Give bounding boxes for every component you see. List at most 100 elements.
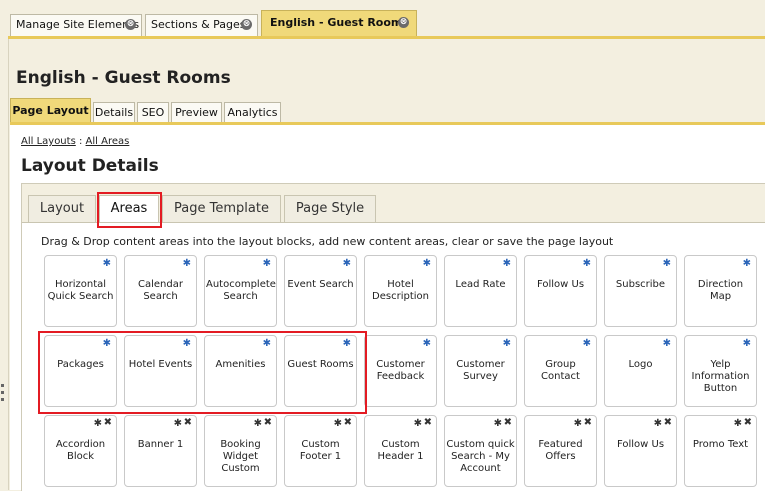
gear-icon[interactable]: ✱ (503, 338, 511, 350)
tile-label: Follow Us (616, 439, 665, 450)
gear-icon[interactable]: ✱ (103, 258, 111, 270)
content-area-tile[interactable]: ✱ Hotel Description (364, 255, 437, 327)
delete-icon[interactable]: ✖ (504, 417, 512, 429)
tab-label: English - Guest Rooms (270, 16, 409, 29)
delete-icon[interactable]: ✖ (584, 417, 592, 429)
tile-label: Yelp Information Button (691, 359, 750, 394)
content-area-tile[interactable]: ✱ ✖ Booking Widget Custom (204, 415, 277, 487)
content-area-tile[interactable]: ✱ ✖ Follow Us (604, 415, 677, 487)
tab-english-guest-rooms[interactable]: English - Guest Rooms ⊗ (261, 10, 417, 37)
tab-manage-site-elements[interactable]: Manage Site Elements ⊗ (10, 14, 142, 36)
content-area-tile[interactable]: ✱ Hotel Events (124, 335, 197, 407)
section-title: Layout Details (21, 156, 159, 176)
gear-icon[interactable]: ✱ (734, 418, 742, 430)
close-icon[interactable]: ⊗ (398, 17, 409, 28)
tile-label: Amenities (215, 359, 266, 370)
gear-icon[interactable]: ✱ (183, 258, 191, 270)
gear-icon[interactable]: ✱ (743, 258, 751, 270)
gear-icon[interactable]: ✱ (583, 258, 591, 270)
gear-icon[interactable]: ✱ (663, 258, 671, 270)
gear-icon[interactable]: ✱ (423, 338, 431, 350)
tile-label: Customer Survey (456, 359, 505, 382)
tile-label: Custom quick Search - My Account (446, 439, 515, 474)
content-area-tile[interactable]: ✱ Autocomplete Search (204, 255, 277, 327)
tile-label: Custom Header 1 (377, 439, 424, 462)
gear-icon[interactable]: ✱ (343, 338, 351, 350)
gear-icon[interactable]: ✱ (743, 338, 751, 350)
gear-icon[interactable]: ✱ (263, 338, 271, 350)
delete-icon[interactable]: ✖ (344, 417, 352, 429)
gear-icon[interactable]: ✱ (254, 418, 262, 430)
content-area-tile[interactable]: ✱ Guest Rooms (284, 335, 357, 407)
tile-label: Customer Feedback (376, 359, 425, 382)
gear-icon[interactable]: ✱ (414, 418, 422, 430)
breadcrumb: All Layouts : All Areas (21, 136, 129, 147)
gear-icon[interactable]: ✱ (583, 338, 591, 350)
gear-icon[interactable]: ✱ (423, 258, 431, 270)
tab-preview[interactable]: Preview (171, 102, 222, 123)
gear-icon[interactable]: ✱ (183, 338, 191, 350)
content-area-tile[interactable]: ✱ Amenities (204, 335, 277, 407)
content-area-tile[interactable]: ✱ Event Search (284, 255, 357, 327)
tile-label: Calendar Search (138, 279, 183, 302)
gear-icon[interactable]: ✱ (263, 258, 271, 270)
tile-label: Featured Offers (538, 439, 583, 462)
content-area-tile[interactable]: ✱ Follow Us (524, 255, 597, 327)
content-area-tile[interactable]: ✱ Calendar Search (124, 255, 197, 327)
tab-label: Sections & Pages (151, 18, 246, 31)
tab-sections-pages[interactable]: Sections & Pages ⊗ (145, 14, 258, 36)
delete-icon[interactable]: ✖ (664, 417, 672, 429)
content-area-tile[interactable]: ✱ Subscribe (604, 255, 677, 327)
delete-icon[interactable]: ✖ (744, 417, 752, 429)
content-area-tile[interactable]: ✱ ✖ Custom Header 1 (364, 415, 437, 487)
gear-icon[interactable]: ✱ (343, 258, 351, 270)
tab-page-template[interactable]: Page Template (162, 195, 281, 223)
content-area-tile[interactable]: ✱ ✖ Featured Offers (524, 415, 597, 487)
content-area-tile[interactable]: ✱ Group Contact (524, 335, 597, 407)
tile-label: Guest Rooms (287, 359, 354, 370)
gear-icon[interactable]: ✱ (494, 418, 502, 430)
content-area-tile[interactable]: ✱ ✖ Promo Text (684, 415, 757, 487)
content-area-tile[interactable]: ✱ Packages (44, 335, 117, 407)
tile-label: Lead Rate (455, 279, 506, 290)
gear-icon[interactable]: ✱ (174, 418, 182, 430)
breadcrumb-all-layouts[interactable]: All Layouts (21, 136, 76, 147)
tab-layout[interactable]: Layout (28, 195, 96, 223)
close-icon[interactable]: ⊗ (125, 19, 136, 30)
breadcrumb-all-areas[interactable]: All Areas (86, 136, 130, 147)
delete-icon[interactable]: ✖ (264, 417, 272, 429)
content-area-tile[interactable]: ✱ ✖ Custom Footer 1 (284, 415, 357, 487)
content-area-tile[interactable]: ✱ Logo (604, 335, 677, 407)
delete-icon[interactable]: ✖ (184, 417, 192, 429)
gear-icon[interactable]: ✱ (663, 338, 671, 350)
tab-seo[interactable]: SEO (137, 102, 169, 123)
tab-details[interactable]: Details (93, 102, 135, 123)
content-area-tile[interactable]: ✱ ✖ Banner 1 (124, 415, 197, 487)
gear-icon[interactable]: ✱ (654, 418, 662, 430)
gear-icon[interactable]: ✱ (103, 338, 111, 350)
gear-icon[interactable]: ✱ (94, 418, 102, 430)
content-area-tile[interactable]: ✱ Horizontal Quick Search (44, 255, 117, 327)
resize-grip[interactable] (0, 380, 5, 420)
tile-label: Follow Us (536, 279, 585, 290)
content-area-tile[interactable]: ✱ Customer Survey (444, 335, 517, 407)
gear-icon[interactable]: ✱ (574, 418, 582, 430)
close-icon[interactable]: ⊗ (241, 19, 252, 30)
tile-label: Hotel Description (372, 279, 429, 302)
delete-icon[interactable]: ✖ (104, 417, 112, 429)
delete-icon[interactable]: ✖ (424, 417, 432, 429)
tab-areas[interactable]: Areas (99, 195, 159, 223)
content-area-tile[interactable]: ✱ ✖ Custom quick Search - My Account (444, 415, 517, 487)
content-area-tile[interactable]: ✱ Direction Map (684, 255, 757, 327)
content-area-tile[interactable]: ✱ ✖ Accordion Block (44, 415, 117, 487)
content-area-tile[interactable]: ✱ Yelp Information Button (684, 335, 757, 407)
gear-icon[interactable]: ✱ (334, 418, 342, 430)
gear-icon[interactable]: ✱ (503, 258, 511, 270)
content-area-tile[interactable]: ✱ Customer Feedback (364, 335, 437, 407)
tab-page-layout[interactable]: Page Layout (10, 98, 91, 123)
tab-analytics[interactable]: Analytics (224, 102, 281, 123)
tile-label: Accordion Block (55, 439, 106, 462)
tile-label: Packages (57, 359, 104, 370)
tab-page-style[interactable]: Page Style (284, 195, 376, 223)
content-area-tile[interactable]: ✱ Lead Rate (444, 255, 517, 327)
